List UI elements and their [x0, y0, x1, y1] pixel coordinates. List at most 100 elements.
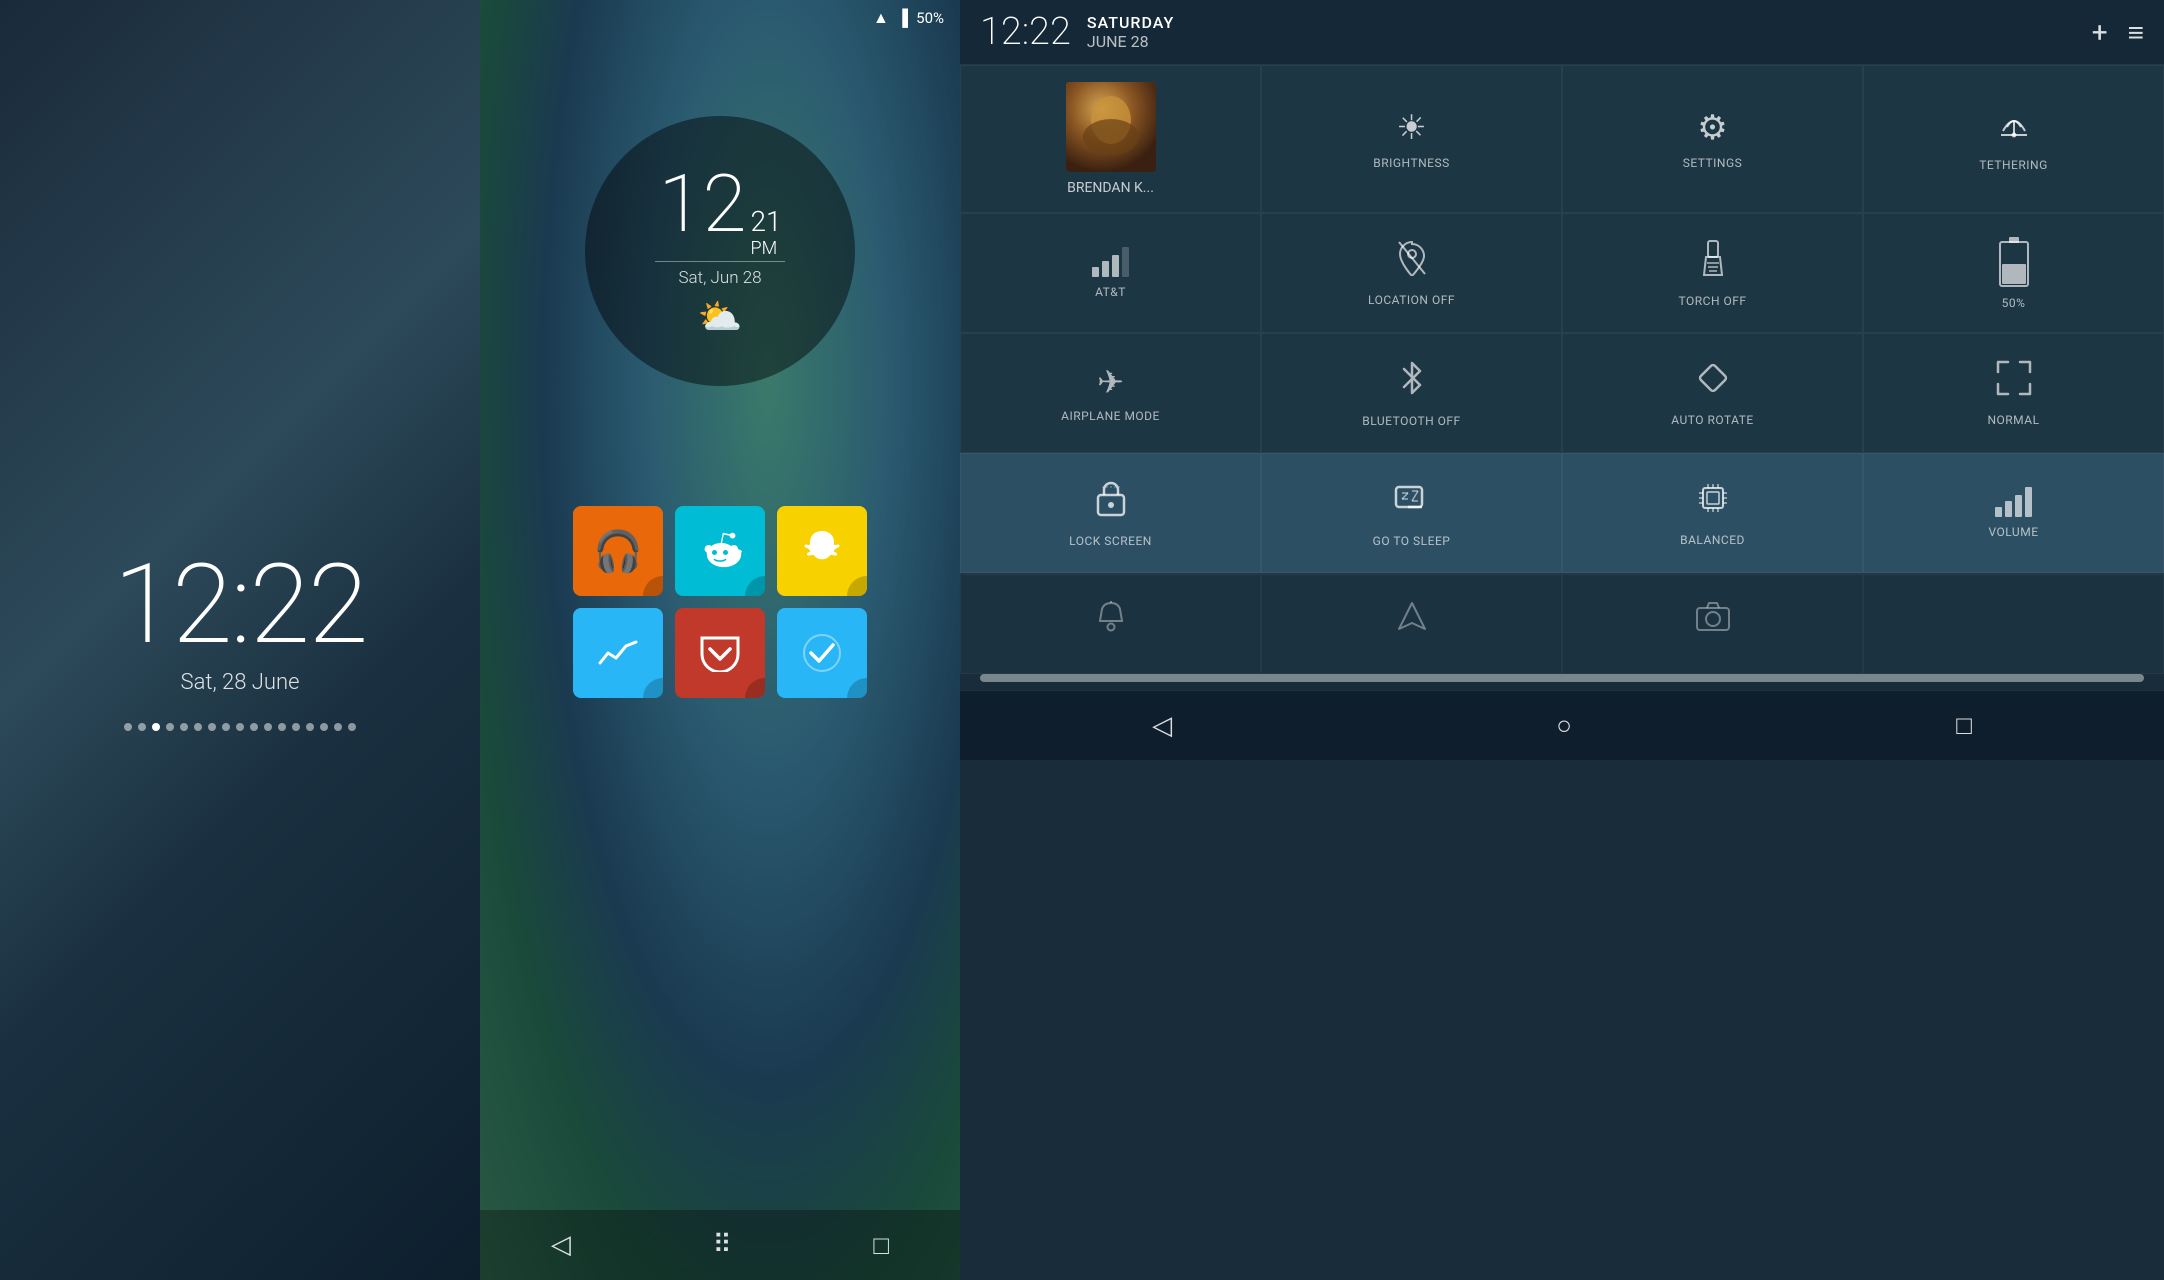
bar4 — [1122, 247, 1129, 277]
tile-empty4 — [1863, 574, 2164, 674]
tile-lockscreen[interactable]: LOCK SCREEN — [960, 453, 1261, 573]
tile-normal[interactable]: NORMAL — [1863, 333, 2164, 453]
battery-percent: 50% — [916, 9, 944, 27]
home-button[interactable]: ⠿ — [713, 1230, 732, 1260]
notif-recents-button[interactable]: □ — [1956, 710, 1972, 741]
app-headphones[interactable]: 🎧 — [573, 506, 663, 596]
lock-dot — [348, 723, 356, 731]
tile-battery[interactable]: 50% — [1863, 213, 2164, 333]
vbar1 — [1995, 507, 2002, 517]
brightness-label: BRIGHTNESS — [1373, 156, 1450, 170]
lock-date: Sat, 28 June — [181, 670, 300, 695]
quick-tiles-row2: AT&T LOCATION OFF — [960, 213, 2164, 333]
bluetooth-icon — [1399, 359, 1425, 406]
navigation-icon — [1395, 599, 1429, 642]
widget-date: Sat, Jun 28 — [655, 261, 785, 288]
tile-torch[interactable]: TORCH OFF — [1562, 213, 1863, 333]
lock-dot — [124, 723, 132, 731]
brightness-icon: ☀ — [1396, 108, 1426, 148]
tethering-icon — [1997, 107, 2031, 150]
lock-dot — [166, 723, 174, 731]
bar2 — [1102, 261, 1109, 277]
tile-settings[interactable]: ⚙ SETTINGS — [1562, 65, 1863, 213]
widget-minutes: 21 — [750, 207, 781, 238]
camera-icon — [1695, 600, 1731, 640]
menu-button[interactable]: ≡ — [2128, 16, 2144, 49]
quick-tiles-row5-partial — [960, 573, 2164, 674]
torch-icon — [1699, 239, 1727, 286]
back-button[interactable]: ◁ — [551, 1230, 571, 1260]
tile-bluetooth[interactable]: BLUETOOTH OFF — [1261, 333, 1562, 453]
tile-volume[interactable]: VOLUME — [1863, 453, 2164, 573]
weather-icon: ⛅ — [698, 296, 743, 338]
tile-airplane[interactable]: ✈ AIRPLANE MODE — [960, 333, 1261, 453]
tile-balanced[interactable]: BALANCED — [1562, 453, 1863, 573]
battery-label: 50% — [2002, 296, 2026, 310]
lock-dot — [236, 723, 244, 731]
widget-ampm: PM — [750, 238, 781, 259]
signal-icon: ▐ — [897, 8, 908, 28]
home-screen: ▲ ▐ 50% 12 21 PM Sat, Jun 28 ⛅ 🎧 — [480, 0, 960, 1280]
lockscreen-icon — [1096, 479, 1126, 526]
tile-camera[interactable] — [1562, 574, 1863, 674]
settings-label: SETTINGS — [1683, 156, 1743, 170]
widget-time: 12 21 PM — [658, 164, 781, 259]
app-pocket[interactable] — [675, 608, 765, 698]
autorotate-icon — [1695, 360, 1731, 405]
app-finance[interactable] — [573, 608, 663, 698]
app-reddit[interactable] — [675, 506, 765, 596]
tile-tethering[interactable]: TETHERING — [1863, 65, 2164, 213]
avatar — [1066, 82, 1156, 172]
lock-dot — [250, 723, 258, 731]
lock-dot — [194, 723, 202, 731]
lock-dot-active — [152, 723, 160, 731]
volume-label: VOLUME — [1988, 525, 2038, 539]
lock-dot — [320, 723, 328, 731]
app-snapchat[interactable] — [777, 506, 867, 596]
notif-date-block: SATURDAY JUNE 28 — [1087, 13, 2092, 51]
torch-label: TORCH OFF — [1678, 294, 1746, 308]
widget-ampm-block: 21 PM — [750, 207, 781, 259]
sleep-label: GO TO SLEEP — [1373, 534, 1451, 548]
recents-button[interactable]: □ — [873, 1230, 889, 1261]
tile-ringer[interactable] — [960, 574, 1261, 674]
notif-time: 12:22 — [980, 10, 1071, 54]
sleep-icon — [1394, 479, 1430, 526]
lock-dot — [180, 723, 188, 731]
lock-dot — [278, 723, 286, 731]
profile-tile[interactable]: BRENDAN K... — [960, 65, 1261, 213]
tile-brightness[interactable]: ☀ BRIGHTNESS — [1261, 65, 1562, 213]
lock-dot — [334, 723, 342, 731]
location-label: LOCATION OFF — [1368, 293, 1455, 307]
settings-icon: ⚙ — [1697, 108, 1727, 148]
app-tasks[interactable] — [777, 608, 867, 698]
clock-widget: 12 21 PM Sat, Jun 28 ⛅ — [585, 116, 855, 386]
notif-header-date: JUNE 28 — [1087, 32, 2092, 51]
lock-dot — [292, 723, 300, 731]
home-nav-bar: ◁ ⠿ □ — [480, 1210, 960, 1280]
lock-screen: 12:22 Sat, 28 June — [0, 0, 480, 1280]
status-bar: ▲ ▐ 50% — [480, 0, 960, 36]
bar3 — [1112, 255, 1119, 277]
bluetooth-label: BLUETOOTH OFF — [1362, 414, 1460, 428]
quick-tiles-row4: LOCK SCREEN GO TO SLEEP — [960, 453, 2164, 573]
lock-time: 12:22 — [113, 550, 366, 660]
tile-att[interactable]: AT&T — [960, 213, 1261, 333]
add-button[interactable]: + — [2092, 16, 2108, 49]
vbar4 — [2025, 487, 2032, 517]
tethering-label: TETHERING — [1979, 158, 2048, 172]
tile-sleep[interactable]: GO TO SLEEP — [1261, 453, 1562, 573]
notif-back-button[interactable]: ◁ — [1152, 711, 1172, 741]
tile-navigation[interactable] — [1261, 574, 1562, 674]
app-grid: 🎧 — [573, 506, 867, 698]
tile-location[interactable]: LOCATION OFF — [1261, 213, 1562, 333]
lock-dot — [138, 723, 146, 731]
notif-home-button[interactable]: ○ — [1556, 710, 1572, 741]
profile-name: BRENDAN K... — [1067, 180, 1154, 196]
tile-autorotate[interactable]: AUTO ROTATE — [1562, 333, 1863, 453]
widget-hour: 12 — [658, 164, 746, 244]
notification-panel: 12:22 SATURDAY JUNE 28 + ≡ — [960, 0, 2164, 1280]
scroll-indicator[interactable] — [980, 674, 2144, 682]
balanced-icon — [1695, 480, 1731, 525]
bar1 — [1092, 267, 1099, 277]
